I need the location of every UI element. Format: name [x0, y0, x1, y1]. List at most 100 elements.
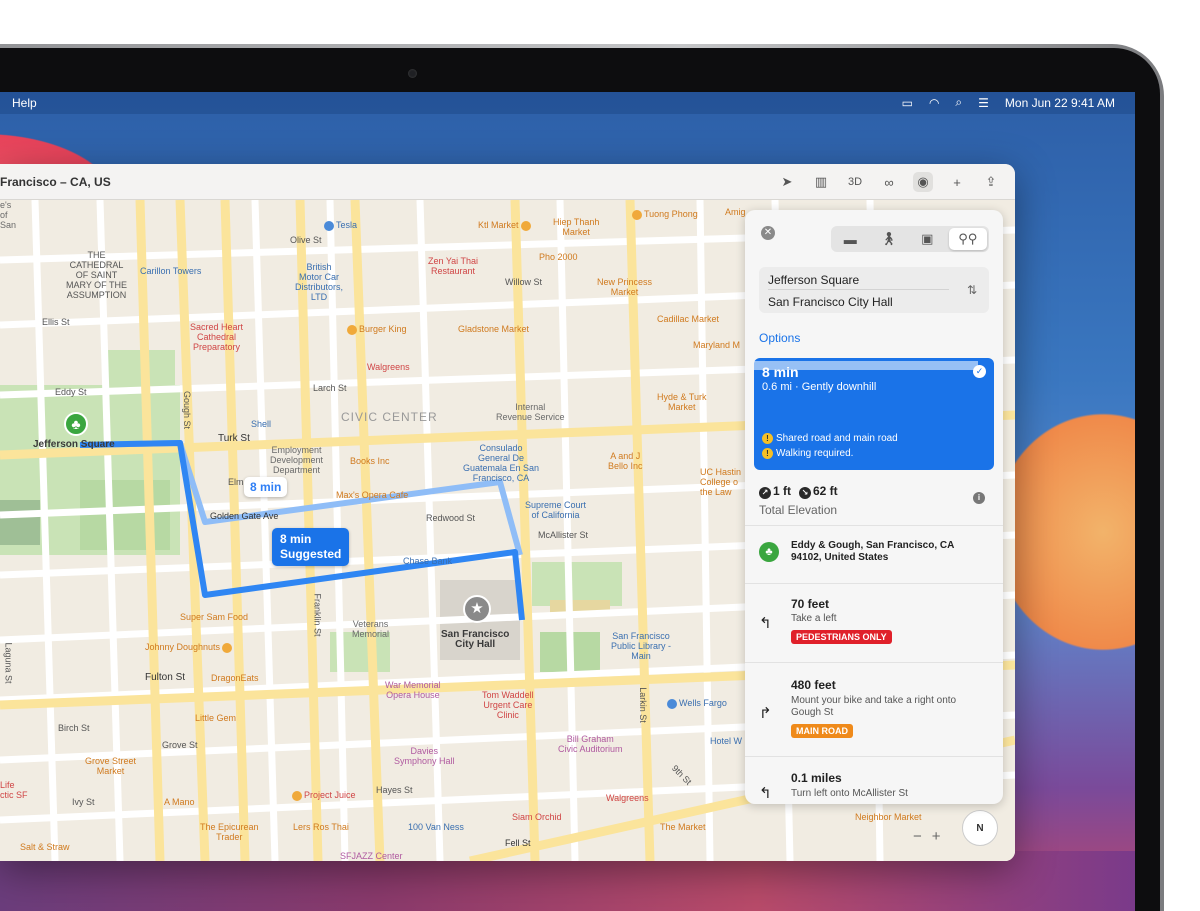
end-pin-icon[interactable]: ★: [463, 595, 491, 623]
options-link[interactable]: Options: [759, 331, 800, 345]
poi-sacred-heart[interactable]: Sacred Heart Cathedral Preparatory: [190, 322, 243, 352]
poi-amig[interactable]: Amig: [725, 207, 746, 217]
poi-chase-bank[interactable]: Chase Bank: [403, 556, 452, 566]
info-icon[interactable]: i: [973, 492, 985, 504]
add-icon[interactable]: +: [947, 172, 967, 192]
poi-sfjazz[interactable]: SFJAZZ Center: [340, 851, 403, 861]
poi-wells-fargo[interactable]: Wells Fargo: [665, 698, 727, 709]
poi-lers-ros[interactable]: Lers Ros Thai: [293, 822, 349, 832]
poi-salt-straw[interactable]: Salt & Straw: [20, 842, 70, 852]
divider: [745, 662, 1003, 663]
map-canvas[interactable]: Ellis St Eddy St Turk St Elm St Golden G…: [0, 200, 1015, 861]
walk-icon[interactable]: 🚶︎: [870, 226, 909, 252]
start-pin-icon[interactable]: ♣: [64, 412, 88, 436]
poi-tesla[interactable]: Tesla: [322, 220, 357, 231]
poi-ktl-market[interactable]: Ktl Market: [478, 220, 533, 231]
poi-100-van-ness[interactable]: 100 Van Ness: [408, 822, 464, 832]
from-field[interactable]: Jefferson Square: [768, 273, 859, 287]
poi-consulado[interactable]: Consulado General De Guatemala En San Fr…: [463, 443, 539, 483]
binoculars-icon[interactable]: ∞: [879, 172, 899, 192]
poi-walgreens-2[interactable]: Walgreens: [606, 793, 649, 803]
poi-davies[interactable]: Davies Symphony Hall: [394, 746, 455, 766]
control-center-icon[interactable]: ☰: [978, 96, 989, 110]
clock[interactable]: Mon Jun 22 9:41 AM: [1005, 96, 1115, 110]
poi-library[interactable]: San Francisco Public Library - Main: [611, 631, 671, 661]
close-icon[interactable]: ✕: [761, 226, 775, 240]
poi-bill-graham[interactable]: Bill Graham Civic Auditorium: [558, 734, 623, 754]
share-icon[interactable]: ⇪: [981, 172, 1001, 192]
poi-shell[interactable]: Shell: [251, 419, 271, 429]
swap-icon[interactable]: ⇅: [967, 283, 977, 297]
poi-a-mano[interactable]: A Mano: [164, 797, 195, 807]
directions-panel: ✕ ▬ 🚶︎ ▣ ⚲⚲ Jefferson Square San Francis…: [745, 210, 1003, 804]
poi-tuong-phong[interactable]: Tuong Phong: [630, 209, 698, 220]
poi-little-gem[interactable]: Little Gem: [195, 713, 236, 723]
street-label: Olive St: [290, 235, 322, 245]
poi-johnny-doughnuts[interactable]: Johnny Doughnuts: [145, 642, 234, 653]
menu-help[interactable]: Help: [12, 96, 37, 110]
direction-step[interactable]: ↰ 70 feet Take a left PEDESTRIANS ONLY: [745, 590, 1003, 660]
search-icon[interactable]: ⌕: [955, 95, 962, 110]
battery-icon[interactable]: ▭: [902, 96, 913, 110]
poi-carillon-towers[interactable]: Carillon Towers: [140, 266, 201, 276]
tracking-icon[interactable]: ◉: [913, 172, 933, 192]
poi-cathedral[interactable]: THE CATHEDRAL OF SAINT MARY OF THE ASSUM…: [66, 250, 127, 300]
3d-button[interactable]: 3D: [845, 172, 865, 192]
warning-icon: !: [762, 433, 773, 444]
poi-a-and-j[interactable]: A and J Bello Inc: [608, 451, 643, 471]
to-field[interactable]: San Francisco City Hall: [768, 295, 893, 309]
turn-left-icon: ↰: [759, 615, 772, 632]
poi-uc-hastings[interactable]: UC Hastin College o the Law: [700, 467, 741, 497]
transit-icon[interactable]: ▣: [908, 226, 947, 252]
poi-hiep-thanh[interactable]: Hiep Thanh Market: [553, 217, 599, 237]
route-alt-tag[interactable]: 8 min: [244, 477, 288, 497]
poi-siam-orchid[interactable]: Siam Orchid: [512, 812, 562, 822]
compass-icon[interactable]: N: [962, 810, 998, 846]
poi-books-inc[interactable]: Books Inc: [350, 456, 390, 466]
poi-walgreens[interactable]: Walgreens: [367, 362, 410, 372]
poi-grove-street[interactable]: Grove Street Market: [85, 756, 136, 776]
poi-project-juice[interactable]: Project Juice: [290, 790, 356, 801]
car-icon[interactable]: ▬: [831, 226, 870, 252]
poi-supreme-court[interactable]: Supreme Court of California: [525, 500, 586, 520]
poi-british-motor[interactable]: British Motor Car Distributors, LTD: [295, 262, 343, 302]
poi-hotel-w[interactable]: Hotel W: [710, 736, 742, 746]
poi-veterans[interactable]: Veterans Memorial: [352, 619, 389, 639]
route-warning: ! Walking required.: [762, 448, 853, 459]
turn-right-icon: ↱: [759, 705, 772, 722]
poi-the-market[interactable]: The Market: [660, 822, 706, 832]
poi-maxs-opera[interactable]: Max's Opera Cafe: [336, 490, 408, 500]
poi-edd[interactable]: Employment Development Department: [270, 445, 323, 475]
poi-pho-2000[interactable]: Pho 2000: [539, 252, 578, 262]
poi-tom-waddell[interactable]: Tom Waddell Urgent Care Clinic: [482, 690, 534, 720]
bike-icon[interactable]: ⚲⚲: [948, 228, 987, 250]
map-mode-icon[interactable]: ▥: [811, 172, 831, 192]
poi-gladstone[interactable]: Gladstone Market: [458, 324, 529, 334]
direction-step[interactable]: ↰ 0.1 miles Turn left onto McAllister St: [745, 764, 1003, 804]
poi-cadillac[interactable]: Cadillac Market: [657, 314, 719, 324]
zoom-in-button[interactable]: +: [932, 828, 941, 845]
start-step[interactable]: ♣ Eddy & Gough, San Francisco, CA 94102,…: [745, 536, 1003, 586]
poi-zen-yai-thai[interactable]: Zen Yai Thai Restaurant: [428, 256, 478, 276]
poi-epicurean[interactable]: The Epicurean Trader: [200, 822, 259, 842]
direction-step[interactable]: ↱ 480 feet Mount your bike and take a ri…: [745, 670, 1003, 750]
maps-window: Francisco – CA, US ➤ ▥ 3D ∞ ◉ + ⇪ Ellis …: [0, 164, 1015, 861]
street-label: Larch St: [313, 383, 347, 393]
poi-hyde-turk[interactable]: Hyde & Turk Market: [657, 392, 707, 412]
poi-dragoneats[interactable]: DragonEats: [211, 673, 259, 683]
street-label: Grove St: [162, 740, 198, 750]
wifi-icon[interactable]: ◠: [929, 96, 939, 110]
route-selected-tag[interactable]: 8 min Suggested: [272, 528, 350, 566]
zoom-out-button[interactable]: −: [913, 828, 922, 845]
location-icon[interactable]: ➤: [777, 172, 797, 192]
poi-maryland[interactable]: Maryland M: [693, 340, 740, 350]
route-card-selected[interactable]: 8 min 0.6 mi · Gently downhill ✓ ! Share…: [754, 358, 994, 470]
poi-neighbor-market[interactable]: Neighbor Market: [855, 812, 922, 822]
step-badge: MAIN ROAD: [791, 724, 853, 738]
poi-super-sam[interactable]: Super Sam Food: [180, 612, 248, 622]
poi-burger-king[interactable]: Burger King: [345, 324, 407, 335]
poi-life[interactable]: Life ctic SF: [0, 780, 28, 800]
poi-irs[interactable]: Internal Revenue Service: [496, 402, 565, 422]
poi-war-memorial[interactable]: War Memorial Opera House: [385, 680, 441, 700]
poi-new-princess[interactable]: New Princess Market: [597, 277, 652, 297]
